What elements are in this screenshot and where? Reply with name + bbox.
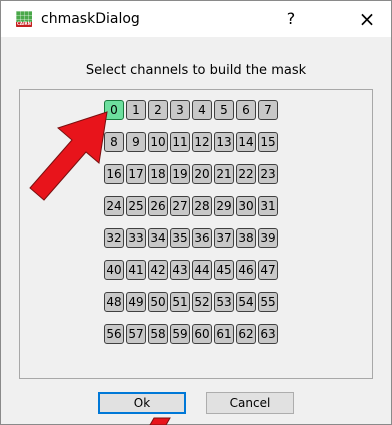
channel-button-40[interactable]: 40 [104, 260, 124, 280]
channel-button-62[interactable]: 62 [236, 324, 256, 344]
channel-button-52[interactable]: 52 [192, 292, 212, 312]
instruction-label: Select channels to build the mask [85, 63, 307, 78]
channel-button-23[interactable]: 23 [258, 164, 278, 184]
channel-button-26[interactable]: 26 [148, 196, 168, 216]
channel-button-22[interactable]: 22 [236, 164, 256, 184]
channel-button-47[interactable]: 47 [258, 260, 278, 280]
channel-button-37[interactable]: 37 [214, 228, 234, 248]
channel-button-21[interactable]: 21 [214, 164, 234, 184]
channel-button-60[interactable]: 60 [192, 324, 212, 344]
channel-button-59[interactable]: 59 [170, 324, 190, 344]
channel-button-53[interactable]: 53 [214, 292, 234, 312]
app-icon-text: CAIRN [17, 21, 31, 26]
channel-button-12[interactable]: 12 [192, 132, 212, 152]
channel-button-29[interactable]: 29 [214, 196, 234, 216]
channel-button-5[interactable]: 5 [214, 100, 234, 120]
channel-button-10[interactable]: 10 [148, 132, 168, 152]
channel-button-55[interactable]: 55 [258, 292, 278, 312]
channel-button-1[interactable]: 1 [126, 100, 146, 120]
window-title: chmaskDialog [41, 11, 140, 27]
channel-button-50[interactable]: 50 [148, 292, 168, 312]
channel-button-44[interactable]: 44 [192, 260, 212, 280]
channel-button-46[interactable]: 46 [236, 260, 256, 280]
channel-button-13[interactable]: 13 [214, 132, 234, 152]
help-button[interactable]: ? [279, 7, 303, 31]
channel-button-20[interactable]: 20 [192, 164, 212, 184]
channel-button-48[interactable]: 48 [104, 292, 124, 312]
channel-button-56[interactable]: 56 [104, 324, 124, 344]
channel-button-11[interactable]: 11 [170, 132, 190, 152]
channel-button-35[interactable]: 35 [170, 228, 190, 248]
channel-button-2[interactable]: 2 [148, 100, 168, 120]
cancel-button[interactable]: Cancel [206, 392, 294, 414]
dialog-window: CAIRN chmaskDialog ? × Select channels t… [0, 0, 392, 425]
channel-button-0[interactable]: 0 [104, 100, 124, 120]
title-bar[interactable]: CAIRN chmaskDialog ? × [1, 1, 391, 37]
channel-button-30[interactable]: 30 [236, 196, 256, 216]
channel-button-4[interactable]: 4 [192, 100, 212, 120]
channel-button-24[interactable]: 24 [104, 196, 124, 216]
channel-button-58[interactable]: 58 [148, 324, 168, 344]
channel-button-34[interactable]: 34 [148, 228, 168, 248]
channel-button-9[interactable]: 9 [126, 132, 146, 152]
channel-button-43[interactable]: 43 [170, 260, 190, 280]
channel-button-7[interactable]: 7 [258, 100, 278, 120]
channel-button-14[interactable]: 14 [236, 132, 256, 152]
channel-button-61[interactable]: 61 [214, 324, 234, 344]
channel-button-54[interactable]: 54 [236, 292, 256, 312]
close-button[interactable]: × [355, 7, 379, 31]
channel-button-18[interactable]: 18 [148, 164, 168, 184]
channel-button-15[interactable]: 15 [258, 132, 278, 152]
channel-button-19[interactable]: 19 [170, 164, 190, 184]
channel-button-31[interactable]: 31 [258, 196, 278, 216]
channel-button-45[interactable]: 45 [214, 260, 234, 280]
channel-button-25[interactable]: 25 [126, 196, 146, 216]
channel-button-42[interactable]: 42 [148, 260, 168, 280]
channel-button-63[interactable]: 63 [258, 324, 278, 344]
channel-button-41[interactable]: 41 [126, 260, 146, 280]
channel-button-8[interactable]: 8 [104, 132, 124, 152]
channel-button-36[interactable]: 36 [192, 228, 212, 248]
channel-button-57[interactable]: 57 [126, 324, 146, 344]
app-icon: CAIRN [16, 11, 32, 27]
channel-button-27[interactable]: 27 [170, 196, 190, 216]
channel-button-51[interactable]: 51 [170, 292, 190, 312]
channel-button-28[interactable]: 28 [192, 196, 212, 216]
channel-button-33[interactable]: 33 [126, 228, 146, 248]
channel-button-3[interactable]: 3 [170, 100, 190, 120]
ok-button[interactable]: Ok [98, 392, 186, 414]
channel-panel: 0 1 2 3 4 5 6 7 8 9 10 11 12 13 14 15 16 17 18 19 20 21 22 23 24… [19, 89, 373, 379]
channel-button-39[interactable]: 39 [258, 228, 278, 248]
channel-button-16[interactable]: 16 [104, 164, 124, 184]
channel-grid: 0 1 2 3 4 5 6 7 8 9 10 11 12 13 14 15 16 17 18 19 20 21 22 23 24… [104, 100, 278, 344]
channel-button-38[interactable]: 38 [236, 228, 256, 248]
channel-button-49[interactable]: 49 [126, 292, 146, 312]
channel-button-32[interactable]: 32 [104, 228, 124, 248]
channel-button-17[interactable]: 17 [126, 164, 146, 184]
channel-button-6[interactable]: 6 [236, 100, 256, 120]
